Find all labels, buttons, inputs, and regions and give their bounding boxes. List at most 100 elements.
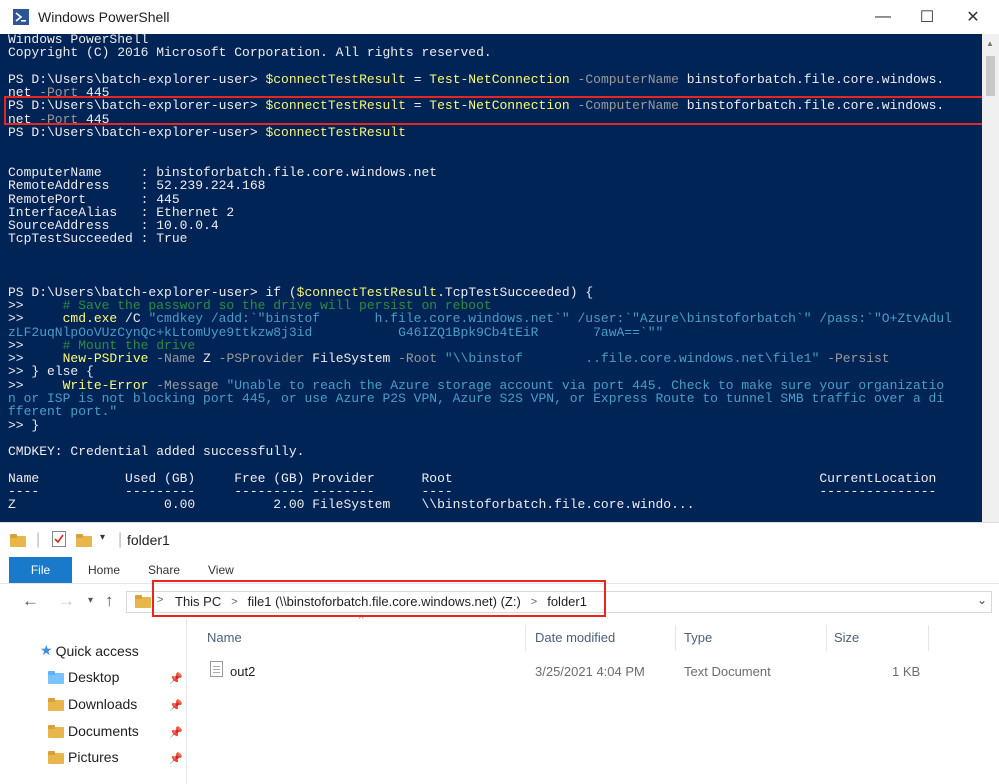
console-line: PS D:\Users\batch-explorer-user> $connec… bbox=[8, 73, 980, 86]
console-line: PS D:\Users\batch-explorer-user> if ($co… bbox=[8, 285, 980, 299]
forward-arrow-icon[interactable]: → bbox=[58, 591, 75, 611]
console-line: RemotePort : 445 bbox=[8, 192, 980, 206]
column-divider[interactable] bbox=[675, 625, 676, 651]
explorer-titlebar: | ▾ | folder1 bbox=[0, 523, 999, 557]
file-list: ^ Name Date modified Type Size out2 3/25… bbox=[187, 614, 999, 784]
pin-icon[interactable]: 📌 bbox=[169, 699, 183, 712]
back-arrow-icon[interactable]: ← bbox=[22, 591, 39, 611]
console-token: -Root bbox=[398, 351, 438, 367]
pin-icon[interactable]: 📌 bbox=[169, 726, 183, 739]
console-line: Z 0.00 2.00 FileSystem \\binstoforbatch.… bbox=[8, 498, 980, 511]
column-header-name[interactable]: Name bbox=[207, 630, 242, 645]
powershell-icon bbox=[13, 9, 29, 25]
console-token: "\\binstof ..file.core.windows.net\file1… bbox=[437, 351, 820, 367]
console-token: TcpTestSucceeded : True bbox=[8, 231, 188, 247]
console-line: Name Used (GB) Free (GB) Provider Root C… bbox=[8, 472, 980, 485]
new-folder-icon[interactable] bbox=[76, 534, 96, 552]
nav-item-pictures[interactable]: Pictures bbox=[48, 749, 119, 765]
column-header-type[interactable]: Type bbox=[684, 630, 712, 645]
maximize-button[interactable]: ☐ bbox=[904, 0, 950, 34]
console-line: CMDKEY: Credential added successfully. bbox=[8, 445, 980, 458]
documents-folder-icon bbox=[48, 724, 64, 738]
console-line: >> # Save the password so the drive will… bbox=[8, 299, 980, 312]
column-header-size[interactable]: Size bbox=[834, 630, 859, 645]
powershell-titlebar: Windows PowerShell — ☐ ✕ bbox=[0, 0, 999, 34]
close-button[interactable]: ✕ bbox=[950, 0, 996, 34]
console-token: CMDKEY: Credential added successfully. bbox=[8, 444, 305, 460]
console-token: n or ISP is not blocking port 445, or us… bbox=[8, 391, 945, 407]
file-date: 3/25/2021 4:04 PM bbox=[535, 664, 645, 679]
column-divider[interactable] bbox=[525, 625, 526, 651]
console-line: SourceAddress : 10.0.0.4 bbox=[8, 219, 980, 232]
downloads-folder-icon bbox=[48, 697, 64, 711]
console-line: >> New-PSDrive -Name Z -PSProvider FileS… bbox=[8, 352, 980, 365]
pictures-folder-icon bbox=[48, 750, 64, 764]
pin-icon[interactable]: 📌 bbox=[169, 672, 183, 685]
console-line: Windows PowerShell bbox=[8, 33, 980, 46]
column-divider[interactable] bbox=[826, 625, 827, 651]
console-line: RemoteAddress : 52.239.224.168 bbox=[8, 179, 980, 192]
tab-file[interactable]: File bbox=[9, 557, 72, 583]
folder-icon bbox=[10, 534, 30, 552]
file-size: 1 KB bbox=[892, 664, 921, 679]
explorer-body: ★ Quick access Desktop 📌 Downloads 📌 Doc… bbox=[0, 614, 999, 784]
console-line: >> cmd.exe /C "cmdkey /add:`"binstof h.f… bbox=[8, 312, 980, 325]
separator: | bbox=[118, 531, 123, 548]
customize-qat-icon[interactable]: ▾ bbox=[100, 532, 105, 543]
console-token: Test-NetConnection bbox=[429, 71, 570, 87]
console-token: -PSProvider bbox=[218, 351, 305, 367]
console-line: InterfaceAlias : Ethernet 2 bbox=[8, 206, 980, 219]
highlight-box-command bbox=[4, 96, 987, 125]
chevron-down-icon[interactable]: ⌄ bbox=[977, 593, 987, 607]
window-title: folder1 bbox=[127, 532, 170, 548]
nav-label: Downloads bbox=[68, 696, 138, 712]
console-line: zLF2uqNlpOoVUzCynQc+kLtomUye9ttkzw8j3id … bbox=[8, 325, 980, 339]
nav-quick-access[interactable]: ★ Quick access bbox=[40, 642, 139, 659]
scroll-thumb[interactable] bbox=[986, 56, 995, 96]
console-line: Copyright (C) 2016 Microsoft Corporation… bbox=[8, 46, 980, 59]
highlight-box-address bbox=[152, 580, 606, 617]
console-token: PS D:\Users\batch-explorer-user> bbox=[8, 125, 266, 141]
console-token: $connectTestResult bbox=[265, 71, 406, 87]
column-divider[interactable] bbox=[928, 625, 929, 651]
nav-label: Pictures bbox=[68, 749, 119, 765]
star-icon: ★ bbox=[40, 642, 53, 658]
console-scrollbar[interactable]: ▲ bbox=[982, 34, 999, 522]
nav-item-desktop[interactable]: Desktop bbox=[48, 669, 119, 685]
console-line: fferent port." bbox=[8, 405, 980, 418]
console-token: $connectTestResult bbox=[265, 125, 406, 141]
pin-icon[interactable]: 📌 bbox=[169, 752, 183, 765]
console-line: ComputerName : binstoforbatch.file.core.… bbox=[8, 166, 980, 179]
tab-home[interactable]: Home bbox=[88, 557, 120, 583]
scroll-up-icon[interactable]: ▲ bbox=[986, 39, 994, 48]
column-header-date[interactable]: Date modified bbox=[535, 630, 615, 645]
console-token: -Name bbox=[148, 351, 196, 367]
explorer-window: | ▾ | folder1 File Home Share View ← → ▾… bbox=[0, 522, 999, 784]
text-file-icon bbox=[210, 661, 223, 677]
nav-item-documents[interactable]: Documents bbox=[48, 723, 139, 739]
console-line: TcpTestSucceeded : True bbox=[8, 232, 980, 245]
console-token: = bbox=[405, 71, 430, 87]
console-token: -Persist bbox=[819, 351, 890, 367]
console-token: binstoforbatch.file.core.windows. bbox=[678, 71, 945, 87]
console-line: PS D:\Users\batch-explorer-user> $connec… bbox=[8, 126, 980, 139]
separator: | bbox=[36, 531, 41, 548]
console-token: Copyright (C) 2016 Microsoft Corporation… bbox=[8, 45, 492, 61]
console-line: n or ISP is not blocking port 445, or us… bbox=[8, 392, 980, 405]
properties-icon[interactable] bbox=[52, 531, 66, 552]
console-line: >> } else { bbox=[8, 365, 980, 378]
file-name[interactable]: out2 bbox=[230, 664, 255, 679]
console-line: >> Write-Error -Message "Unable to reach… bbox=[8, 379, 980, 392]
nav-label: Documents bbox=[68, 723, 139, 739]
console-line: ---- --------- --------- -------- ---- -… bbox=[8, 485, 980, 498]
nav-label: Quick access bbox=[55, 642, 139, 659]
nav-item-downloads[interactable]: Downloads bbox=[48, 696, 137, 712]
minimize-button[interactable]: — bbox=[860, 0, 906, 34]
recent-locations-icon[interactable]: ▾ bbox=[88, 595, 93, 606]
up-arrow-icon[interactable]: ↑ bbox=[105, 591, 114, 611]
